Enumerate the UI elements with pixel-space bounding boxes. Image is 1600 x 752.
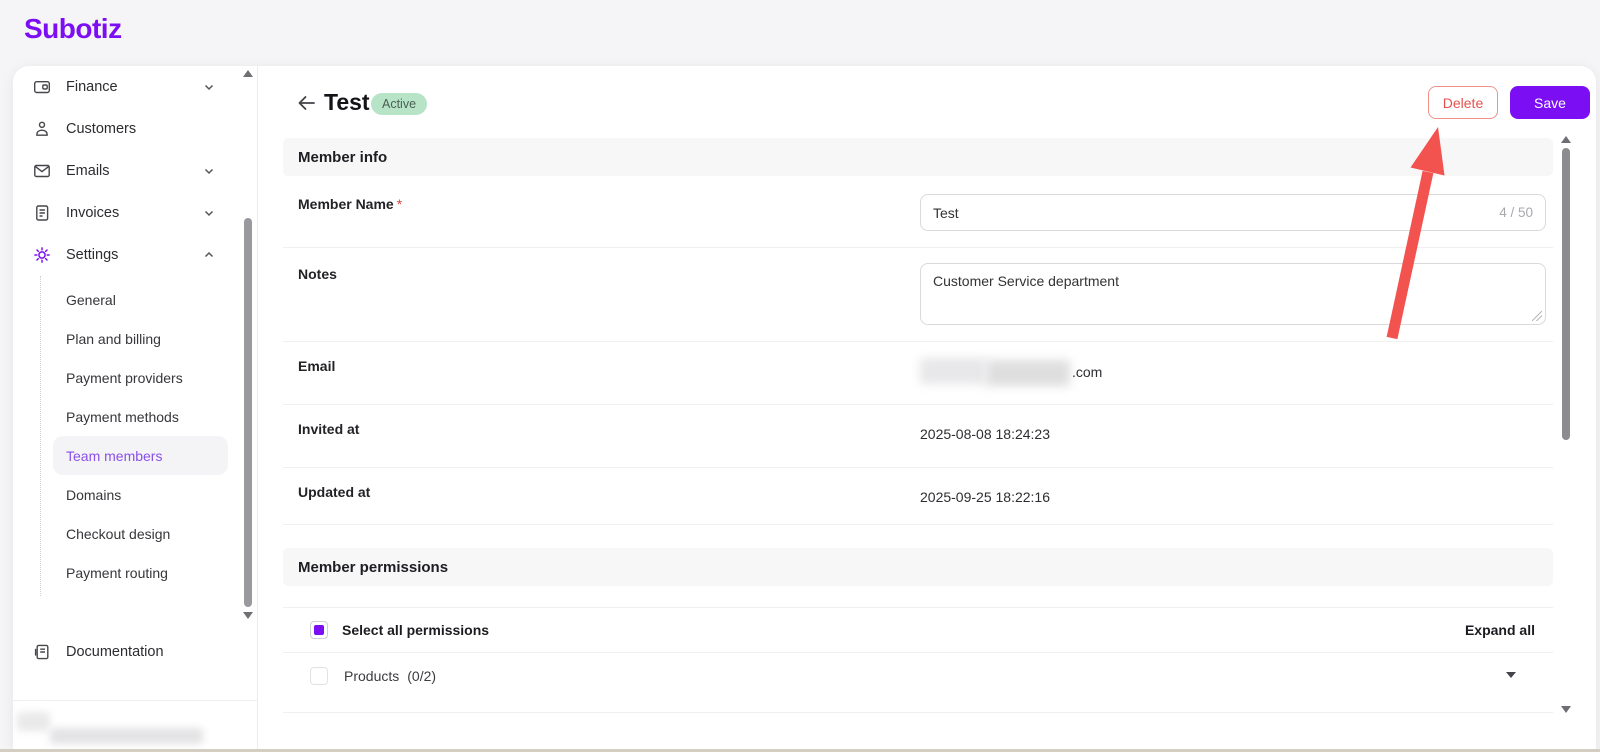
scroll-up-arrow[interactable]: [243, 70, 253, 77]
sidebar-item-finance[interactable]: Finance: [13, 66, 258, 108]
documentation-icon: [32, 642, 52, 662]
sidebar-subitem-checkout-design[interactable]: Checkout design: [41, 514, 258, 553]
notes-textarea[interactable]: Customer Service department: [933, 273, 1533, 315]
main-content: Test Active Delete Save Member info Memb…: [258, 66, 1596, 752]
email-visible-suffix: .com: [1072, 364, 1103, 380]
products-label-text: Products: [344, 668, 400, 684]
invited-at-value: 2025-08-08 18:24:23: [920, 426, 1050, 442]
scroll-down-arrow[interactable]: [1561, 706, 1571, 713]
scrollbar-thumb[interactable]: [1562, 148, 1570, 440]
sidebar-item-label: Finance: [66, 79, 118, 95]
sidebar-item-label: Settings: [66, 247, 119, 263]
sidebar-subitem-domains[interactable]: Domains: [41, 475, 258, 514]
user-name-redacted: [50, 728, 203, 744]
sidebar-item-label: Emails: [66, 163, 110, 179]
sidebar-subitem-team-members[interactable]: Team members: [53, 436, 228, 475]
notes-label: Notes: [298, 266, 337, 282]
divider: [283, 652, 1553, 653]
chevron-down-icon: [201, 205, 217, 221]
select-all-label: Select all permissions: [342, 622, 490, 638]
divider: [283, 524, 1553, 525]
sidebar-subitem-payment-providers[interactable]: Payment providers: [41, 358, 258, 397]
chevron-down-icon: [201, 163, 217, 179]
back-arrow-icon[interactable]: [295, 92, 317, 114]
gear-icon: [32, 245, 52, 265]
status-badge: Active: [371, 93, 428, 115]
sidebar-item-label: Documentation: [66, 644, 164, 660]
sidebar-item-documentation[interactable]: Documentation: [13, 630, 258, 674]
page-title: Test: [324, 89, 370, 115]
sidebar-item-invoices[interactable]: Invoices: [13, 192, 258, 234]
products-row-label[interactable]: Products (0/2): [344, 666, 436, 686]
scroll-up-arrow[interactable]: [1561, 136, 1571, 143]
chevron-down-icon: [201, 79, 217, 95]
scroll-down-arrow[interactable]: [243, 612, 253, 619]
email-label: Email: [298, 358, 336, 374]
user-profile-redacted[interactable]: [13, 704, 258, 752]
invoice-icon: [32, 203, 52, 223]
updated-at-label: Updated at: [298, 484, 371, 500]
mail-icon: [32, 161, 52, 181]
avatar: [17, 712, 50, 731]
member-name-label: Member Name *: [298, 194, 402, 214]
divider: [283, 247, 1553, 248]
sidebar-item-label: Customers: [66, 121, 137, 137]
sidebar-item-customers[interactable]: Customers: [13, 108, 258, 150]
settings-submenu: General Plan and billing Payment provide…: [40, 276, 258, 596]
divider: [283, 712, 1553, 713]
notes-textarea-box: Customer Service department: [920, 263, 1546, 325]
divider: [283, 341, 1553, 342]
scrollbar-thumb[interactable]: [244, 218, 252, 607]
resize-handle[interactable]: [1532, 311, 1542, 321]
sidebar-item-emails[interactable]: Emails: [13, 150, 258, 192]
sidebar-scrollbar[interactable]: [243, 66, 253, 686]
app-panel: Finance Customers Emails Invoices Settin…: [13, 66, 1596, 752]
member-permissions-section-header: Member permissions: [283, 548, 1553, 586]
sidebar: Finance Customers Emails Invoices Settin…: [13, 66, 258, 752]
checkbox-indeterminate-mark: [314, 625, 324, 635]
sidebar-subitem-payment-methods[interactable]: Payment methods: [41, 397, 258, 436]
invited-at-label: Invited at: [298, 421, 360, 437]
select-all-checkbox[interactable]: [310, 621, 328, 639]
label-text: Member Name: [298, 196, 394, 212]
member-name-input[interactable]: [933, 204, 1492, 221]
divider: [283, 607, 1553, 608]
expand-all-link[interactable]: Expand all: [1465, 620, 1535, 640]
divider: [13, 700, 258, 701]
products-count: (0/2): [407, 668, 437, 684]
content-scrollbar[interactable]: [1561, 136, 1571, 720]
wallet-icon: [32, 77, 52, 97]
sidebar-nav: Finance Customers Emails Invoices Settin…: [13, 66, 258, 596]
char-counter: 4 / 50: [1499, 205, 1533, 220]
chevron-up-icon: [201, 247, 217, 263]
products-checkbox[interactable]: [310, 667, 328, 685]
required-asterisk: *: [396, 196, 403, 212]
updated-at-value: 2025-09-25 18:22:16: [920, 489, 1050, 505]
app-logo[interactable]: Subotiz: [24, 13, 122, 45]
redacted-email-value: [986, 360, 1070, 386]
save-button[interactable]: Save: [1510, 86, 1590, 119]
divider: [283, 404, 1553, 405]
member-info-section-header: Member info: [283, 138, 1553, 176]
chevron-down-icon[interactable]: [1506, 672, 1516, 678]
divider: [283, 467, 1553, 468]
member-name-input-box: 4 / 50: [920, 194, 1546, 231]
sidebar-subitem-general[interactable]: General: [41, 280, 258, 319]
sidebar-item-settings[interactable]: Settings: [13, 234, 258, 276]
sidebar-subitem-payment-routing[interactable]: Payment routing: [41, 553, 258, 592]
user-icon: [32, 119, 52, 139]
sidebar-subitem-plan-and-billing[interactable]: Plan and billing: [41, 319, 258, 358]
delete-button[interactable]: Delete: [1428, 86, 1498, 119]
sidebar-item-label: Invoices: [66, 205, 120, 221]
redacted-email-value: [920, 358, 986, 384]
